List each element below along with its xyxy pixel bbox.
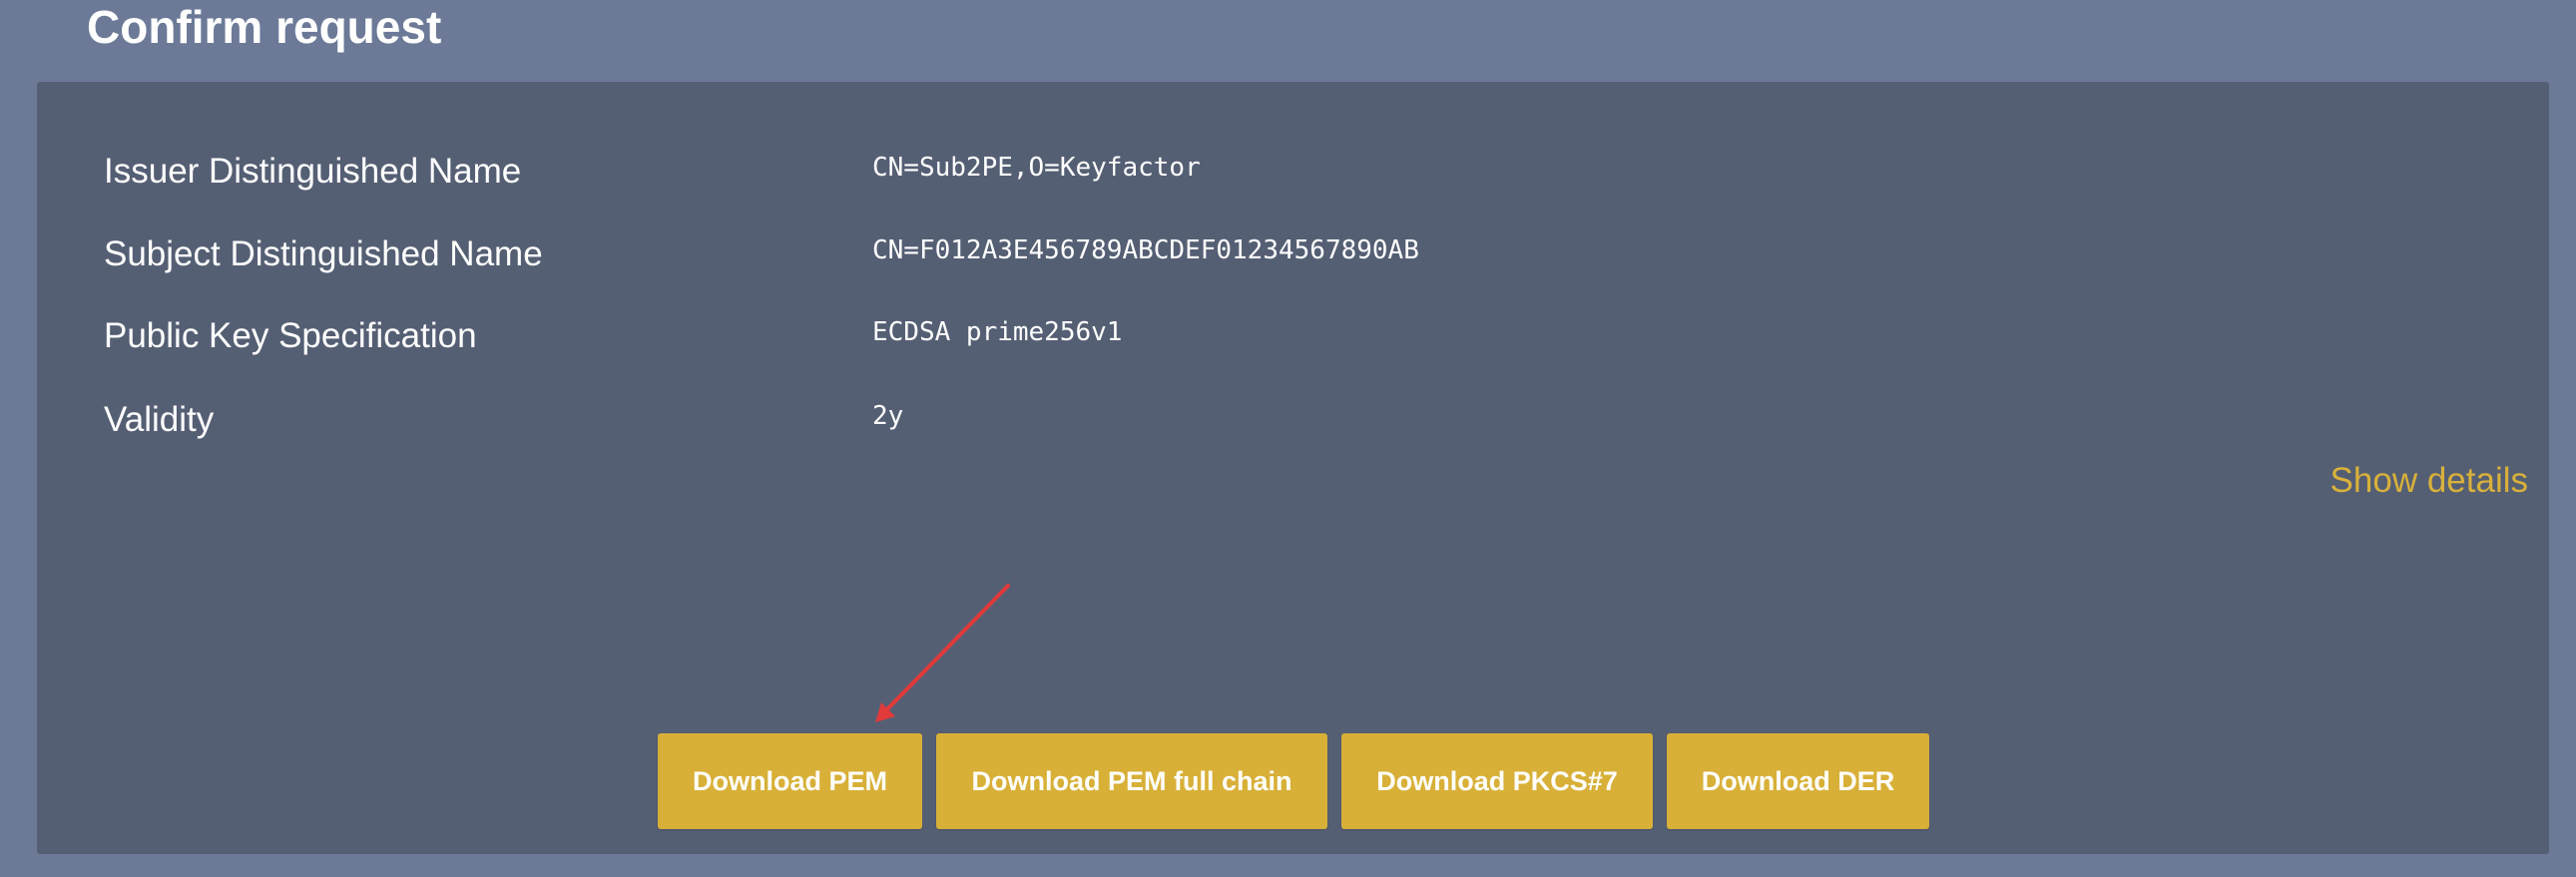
detail-row-issuer-dn: Issuer Distinguished Name CN=Sub2PE,O=Ke… (37, 142, 2549, 202)
detail-label-validity: Validity (104, 400, 215, 439)
detail-row-validity: Validity 2y (37, 390, 2549, 450)
page-title: Confirm request (87, 1, 442, 53)
download-pkcs7-button[interactable]: Download PKCS#7 (1341, 733, 1653, 829)
detail-label-subject-dn: Subject Distinguished Name (104, 234, 543, 273)
request-details-panel: Issuer Distinguished Name CN=Sub2PE,O=Ke… (37, 82, 2549, 854)
detail-label-issuer-dn: Issuer Distinguished Name (104, 152, 522, 191)
detail-row-subject-dn: Subject Distinguished Name CN=F012A3E456… (37, 224, 2549, 284)
detail-row-public-key-spec: Public Key Specification ECDSA prime256v… (37, 306, 2549, 366)
detail-value-subject-dn: CN=F012A3E456789ABCDEF01234567890AB (872, 235, 1419, 265)
detail-label-public-key-spec: Public Key Specification (104, 316, 477, 355)
download-der-button[interactable]: Download DER (1667, 733, 1929, 829)
show-details-link[interactable]: Show details (2330, 461, 2528, 501)
detail-value-public-key-spec: ECDSA prime256v1 (872, 317, 1123, 347)
download-pem-full-chain-button[interactable]: Download PEM full chain (936, 733, 1327, 829)
download-pem-button[interactable]: Download PEM (658, 733, 922, 829)
detail-value-issuer-dn: CN=Sub2PE,O=Keyfactor (872, 153, 1201, 183)
detail-value-validity: 2y (872, 401, 904, 431)
